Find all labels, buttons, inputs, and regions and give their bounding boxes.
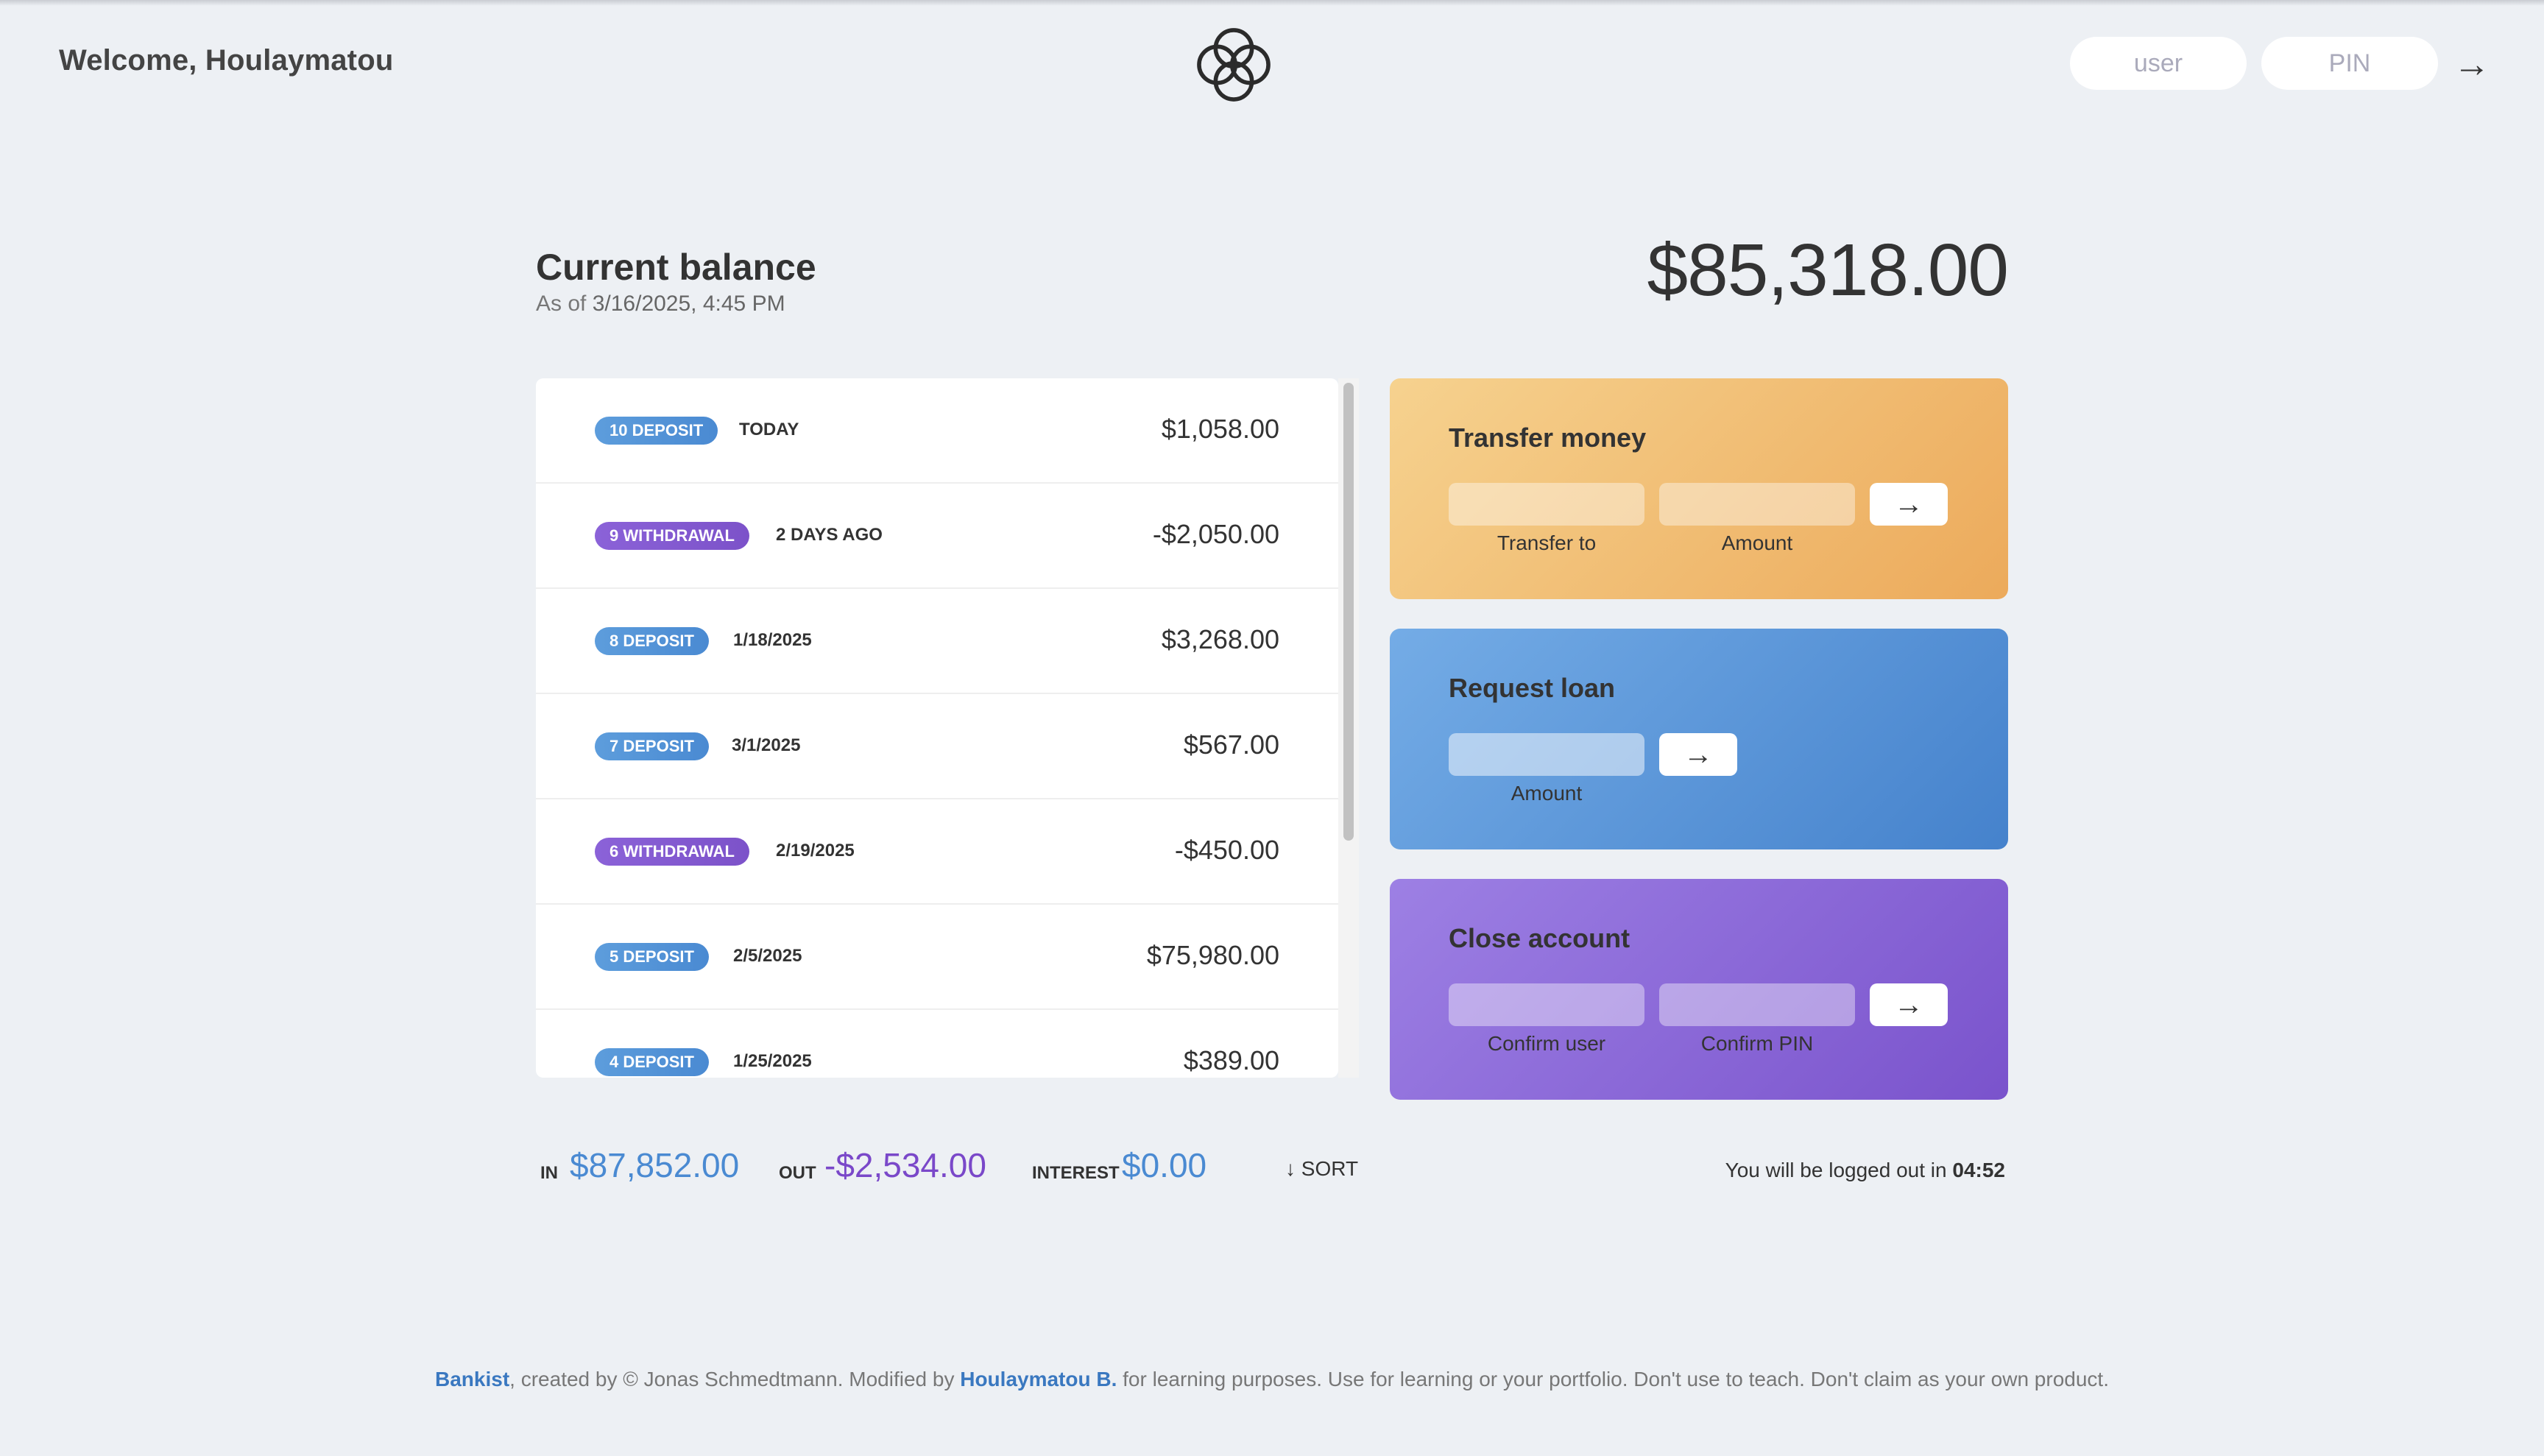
footer-text-2: for learning purposes. Use for learning … [1117, 1368, 2109, 1390]
footer-author-link[interactable]: Houlaymatou B. [960, 1368, 1117, 1390]
login-user-input[interactable] [2070, 37, 2247, 90]
movement-type-badge: 4 deposit [595, 1048, 709, 1076]
top-nav: Welcome, Houlaymatou → [0, 0, 2544, 130]
movement-type-badge: 7 deposit [595, 732, 709, 760]
loan-amount-label: Amount [1510, 782, 1583, 805]
movement-date: 2 days ago [776, 525, 883, 545]
close-user-input[interactable] [1449, 983, 1644, 1026]
balance-date-prefix: As of [536, 291, 587, 316]
welcome-message: Welcome, Houlaymatou [59, 44, 394, 77]
transfer-submit-button[interactable]: → [1870, 483, 1948, 526]
close-title: Close account [1449, 923, 1630, 953]
summary-interest-value: $0.00 [1122, 1146, 1207, 1184]
footer-brand-link[interactable]: Bankist [435, 1368, 509, 1390]
movement-value: $1,058.00 [1161, 414, 1279, 444]
balance-value: $85,318.00 [1647, 229, 2009, 311]
movement-value: $3,268.00 [1161, 624, 1279, 654]
balance-date-line: As of 3/16/2025, 4:45 PM [536, 291, 785, 317]
movement-row: 4 deposit 1/25/2025 $389.00 [536, 1010, 1338, 1078]
transfer-amount-label: Amount [1721, 531, 1793, 554]
transfer-title: Transfer money [1449, 423, 1647, 453]
movement-value: -$450.00 [1174, 835, 1279, 865]
close-account-card: Close account → Confirm user Confirm PIN [1390, 879, 2008, 1100]
movement-row: 6 withdrawal 2/19/2025 -$450.00 [536, 799, 1338, 905]
close-user-label: Confirm user [1487, 1032, 1606, 1055]
movement-value: -$2,050.00 [1152, 519, 1279, 549]
movements-list[interactable]: 10 deposit today $1,058.00 9 withdrawal … [536, 378, 1338, 1078]
movement-type-badge: 8 deposit [595, 627, 709, 655]
bankist-logo-icon [1197, 28, 1271, 102]
sort-button[interactable]: ↓ SORT [1285, 1157, 1358, 1181]
movement-date: 2/5/2025 [733, 946, 802, 966]
movement-row: 5 deposit 2/5/2025 $75,980.00 [536, 905, 1338, 1010]
transfer-to-label: Transfer to [1497, 531, 1597, 554]
movement-date: 1/25/2025 [733, 1051, 812, 1071]
summary-bar: In $87,852.00 Out -$2,534.00 Interest $0… [536, 1145, 1368, 1204]
loan-submit-button[interactable]: → [1659, 733, 1737, 776]
movement-type-badge: 10 deposit [595, 417, 718, 445]
transfer-money-card: Transfer money → Transfer to Amount [1390, 378, 2008, 599]
close-submit-button[interactable]: → [1870, 983, 1948, 1026]
movement-row: 10 deposit today $1,058.00 [536, 378, 1338, 484]
transfer-amount-input[interactable] [1659, 483, 1855, 526]
movement-row: 9 withdrawal 2 days ago -$2,050.00 [536, 484, 1338, 589]
movements-scrollbar-thumb[interactable] [1343, 383, 1354, 841]
balance-date: 3/16/2025, 4:45 PM [592, 291, 785, 316]
logout-prefix: You will be logged out in [1725, 1159, 1947, 1181]
movement-type-badge: 5 deposit [595, 943, 709, 971]
summary-in-value: $87,852.00 [570, 1146, 740, 1184]
summary-out-label: Out [779, 1163, 816, 1183]
movement-row: 7 deposit 3/1/2025 $567.00 [536, 694, 1338, 799]
movement-date: today [739, 420, 799, 439]
loan-amount-input[interactable] [1449, 733, 1644, 776]
movement-type-badge: 9 withdrawal [595, 522, 749, 550]
balance-label: Current balance [536, 247, 816, 288]
footer-text-1: , created by © Jonas Schmedtmann. Modifi… [509, 1368, 961, 1390]
close-pin-input[interactable] [1659, 983, 1855, 1026]
movement-date: 2/19/2025 [776, 841, 855, 860]
summary-out-value: -$2,534.00 [824, 1146, 986, 1184]
transfer-to-input[interactable] [1449, 483, 1644, 526]
movement-value: $75,980.00 [1146, 940, 1279, 970]
movement-value: $389.00 [1183, 1045, 1279, 1075]
movement-type-badge: 6 withdrawal [595, 838, 749, 866]
movement-row: 8 deposit 1/18/2025 $3,268.00 [536, 589, 1338, 694]
loan-title: Request loan [1449, 673, 1616, 703]
logout-timer-text: You will be logged out in 04:52 [1725, 1159, 2005, 1182]
close-pin-label: Confirm PIN [1700, 1032, 1814, 1055]
login-pin-input[interactable] [2261, 37, 2438, 90]
login-button[interactable]: → [2450, 38, 2494, 90]
request-loan-card: Request loan → Amount [1390, 629, 2008, 849]
logout-timer: 04:52 [1952, 1159, 2005, 1181]
summary-in-label: In [540, 1163, 558, 1183]
movement-date: 1/18/2025 [733, 630, 812, 650]
footer: Bankist, created by © Jonas Schmedtmann.… [0, 1368, 2544, 1391]
movement-date: 3/1/2025 [732, 735, 801, 755]
movement-value: $567.00 [1183, 729, 1279, 760]
summary-interest-label: Interest [1032, 1163, 1120, 1183]
